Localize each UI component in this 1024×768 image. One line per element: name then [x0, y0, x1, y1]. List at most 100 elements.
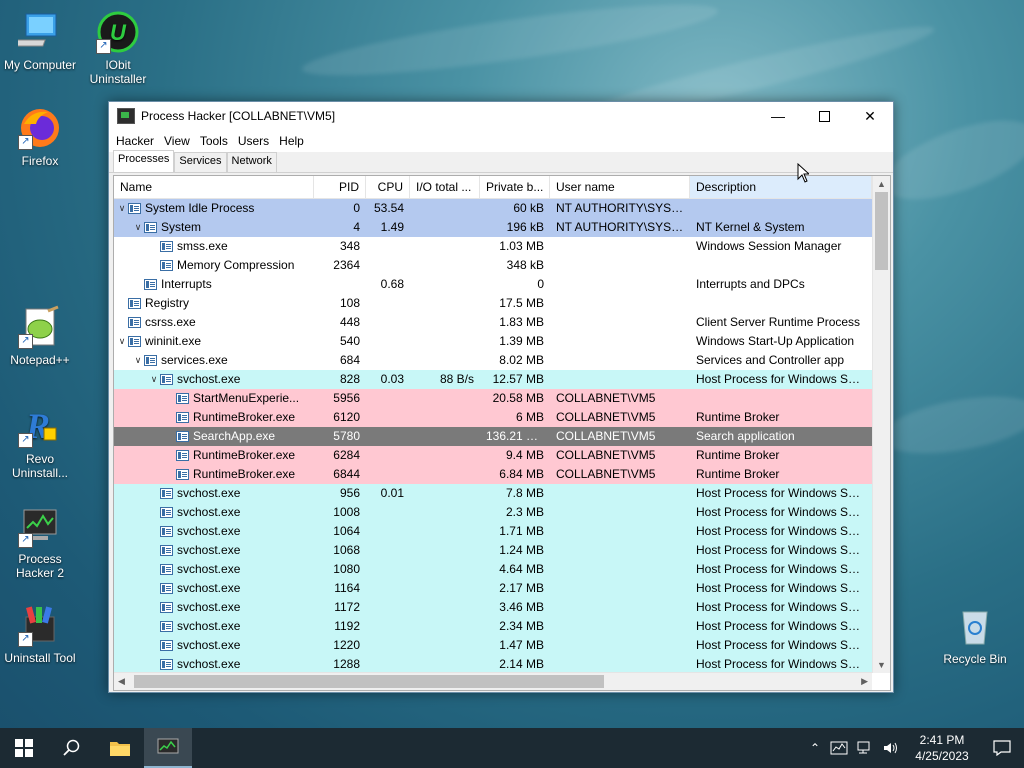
desktop-icon-recycle-bin[interactable]: Recycle Bin	[935, 604, 1015, 666]
process-user-name	[550, 579, 690, 598]
table-row[interactable]: Memory Compression 2364 348 kB	[114, 256, 872, 275]
process-user-name: COLLABNET\VM5	[556, 448, 656, 462]
table-row[interactable]: Interrupts 0.68 0 Interrupts and DPCs	[114, 275, 872, 294]
process-icon	[128, 336, 141, 347]
scroll-right-icon[interactable]: ▶	[861, 676, 868, 687]
minimize-button[interactable]: —	[755, 102, 801, 130]
expand-chevron-icon[interactable]: ∨	[132, 351, 144, 370]
table-row[interactable]: ∨ System Idle Process 0 53.54 60 kB NT AUTHOR…	[114, 199, 872, 218]
table-row[interactable]: RuntimeBroker.exe 6844 6.84 MB COLLABNET\VM…	[114, 465, 872, 484]
table-row[interactable]: RuntimeBroker.exe 6120 6 MB COLLABNET\VM5 Ru…	[114, 408, 872, 427]
table-row[interactable]: RuntimeBroker.exe 6284 9.4 MB COLLABNET\VM5…	[114, 446, 872, 465]
column-io-total[interactable]: I/O total ...	[410, 176, 480, 198]
process-icon	[176, 431, 189, 442]
tab-network[interactable]: Network	[226, 152, 277, 172]
desktop-icon-uninstall-tool[interactable]: ↗ Uninstall Tool	[0, 603, 80, 665]
process-cpu	[366, 313, 410, 332]
menu-view[interactable]: View	[159, 134, 195, 148]
taskbar-process-hacker[interactable]	[144, 728, 192, 768]
process-icon	[160, 507, 173, 518]
table-row[interactable]: smss.exe 348 1.03 MB Windows Session Manage…	[114, 237, 872, 256]
taskbar-file-explorer[interactable]	[96, 728, 144, 768]
process-hacker-window[interactable]: Process Hacker [COLLABNET\VM5] — ✕ Hacke…	[108, 101, 894, 693]
scroll-left-icon[interactable]: ◀	[118, 676, 125, 687]
vertical-scroll-thumb[interactable]	[875, 192, 888, 270]
volume-icon[interactable]	[882, 741, 900, 755]
expand-chevron-icon[interactable]: ∨	[132, 218, 144, 237]
process-name-cell: ∨ services.exe	[114, 351, 314, 370]
menu-users[interactable]: Users	[233, 134, 274, 148]
expand-chevron-icon[interactable]: ∨	[148, 370, 160, 389]
column-user-name[interactable]: User name	[550, 176, 690, 198]
desktop-icon-my-computer[interactable]: My Computer	[0, 10, 80, 72]
expand-chevron-icon[interactable]: ∨	[116, 199, 128, 218]
table-row[interactable]: Registry 108 17.5 MB	[114, 294, 872, 313]
process-name-cell: ∨ wininit.exe	[114, 332, 314, 351]
tab-services[interactable]: Services	[174, 152, 227, 172]
table-row[interactable]: ∨ services.exe 684 8.02 MB Services and Cont…	[114, 351, 872, 370]
process-name: RuntimeBroker.exe	[193, 448, 296, 462]
column-description[interactable]: Description	[690, 176, 872, 198]
column-cpu[interactable]: CPU	[366, 176, 410, 198]
clock[interactable]: 2:41 PM 4/25/2023	[904, 732, 980, 764]
table-row[interactable]: ∨ System 4 1.49 196 kB NT AUTHORITY\SYSTEM NT …	[114, 218, 872, 237]
table-row[interactable]: svchost.exe 1064 1.71 MB Host Process for W…	[114, 522, 872, 541]
shortcut-arrow-icon: ↗	[18, 135, 33, 150]
desktop-icon-iobit-uninstaller[interactable]: U ↗ IObit Uninstaller	[78, 10, 158, 86]
start-button[interactable]	[0, 728, 48, 768]
tab-processes[interactable]: Processes	[113, 150, 175, 172]
process-name: RuntimeBroker.exe	[193, 410, 296, 424]
maximize-button[interactable]	[801, 102, 847, 130]
process-icon	[160, 526, 173, 537]
process-io-total: 88 B/s	[439, 372, 474, 386]
desktop-icon-firefox[interactable]: ↗ Firefox	[0, 106, 80, 168]
show-hidden-icons-chevron-icon[interactable]: ⌃	[804, 741, 826, 755]
notification-button[interactable]	[980, 740, 1024, 756]
process-user-name: NT AUTHORITY\SYSTEM	[556, 220, 690, 234]
menu-tools[interactable]: Tools	[195, 134, 233, 148]
table-row[interactable]: ∨ svchost.exe 828 0.03 88 B/s 12.57 MB Host Pr…	[114, 370, 872, 389]
process-private-bytes: 348 kB	[506, 258, 544, 272]
scroll-up-icon[interactable]: ▲	[877, 179, 886, 189]
column-pid[interactable]: PID	[314, 176, 366, 198]
process-tree-list[interactable]: Name PID CPU I/O total ... Private b... …	[113, 175, 891, 691]
table-row[interactable]: svchost.exe 1008 2.3 MB Host Process for Wi…	[114, 503, 872, 522]
process-pid: 540	[339, 334, 360, 348]
process-private-bytes: 6.84 MB	[499, 467, 544, 481]
process-name-cell: RuntimeBroker.exe	[114, 465, 314, 484]
horizontal-scrollbar[interactable]: ◀ ▶	[114, 672, 872, 690]
expand-chevron-icon[interactable]: ∨	[116, 332, 128, 351]
network-icon[interactable]	[856, 741, 874, 755]
table-row[interactable]: svchost.exe 1080 4.64 MB Host Process for W…	[114, 560, 872, 579]
scroll-down-icon[interactable]: ▼	[877, 660, 886, 670]
desktop-icon-process-hacker[interactable]: ↗ Process Hacker 2	[0, 504, 80, 580]
table-row[interactable]: StartMenuExperie... 5956 20.58 MB COLLABNET…	[114, 389, 872, 408]
title-bar[interactable]: Process Hacker [COLLABNET\VM5] — ✕	[109, 102, 893, 130]
menu-bar: Hacker View Tools Users Help	[109, 130, 893, 152]
table-row[interactable]: csrss.exe 448 1.83 MB Client Server Runtime…	[114, 313, 872, 332]
process-hacker-tray-icon[interactable]	[830, 741, 848, 755]
search-button[interactable]	[48, 728, 96, 768]
menu-hacker[interactable]: Hacker	[111, 134, 159, 148]
table-row[interactable]: svchost.exe 1220 1.47 MB Host Process for W…	[114, 636, 872, 655]
process-user-name	[550, 598, 690, 617]
column-private-bytes[interactable]: Private b...	[480, 176, 550, 198]
process-pid: 108	[339, 296, 360, 310]
process-name: svchost.exe	[177, 486, 241, 500]
table-row[interactable]: ∨ wininit.exe 540 1.39 MB Windows Start-Up A…	[114, 332, 872, 351]
column-name[interactable]: Name	[114, 176, 314, 198]
table-row[interactable]: svchost.exe 956 0.01 7.8 MB Host Process for…	[114, 484, 872, 503]
close-button[interactable]: ✕	[847, 102, 893, 130]
process-pid	[314, 275, 366, 294]
horizontal-scroll-thumb[interactable]	[134, 675, 604, 688]
vertical-scrollbar[interactable]: ▲ ▼	[872, 176, 890, 673]
table-row[interactable]: svchost.exe 1164 2.17 MB Host Process for W…	[114, 579, 872, 598]
desktop-icon-revo-uninstaller[interactable]: R ↗ Revo Uninstall...	[0, 404, 80, 480]
desktop-icon-notepad-plus-plus[interactable]: ↗ Notepad++	[0, 305, 80, 367]
table-row[interactable]: svchost.exe 1068 1.24 MB Host Process for W…	[114, 541, 872, 560]
menu-help[interactable]: Help	[274, 134, 309, 148]
table-row[interactable]: svchost.exe 1192 2.34 MB Host Process for W…	[114, 617, 872, 636]
table-row[interactable]: SearchApp.exe 5780 136.21 MB COLLABNET\VM5 S…	[114, 427, 872, 446]
process-io-total	[410, 256, 480, 275]
table-row[interactable]: svchost.exe 1172 3.46 MB Host Process for W…	[114, 598, 872, 617]
